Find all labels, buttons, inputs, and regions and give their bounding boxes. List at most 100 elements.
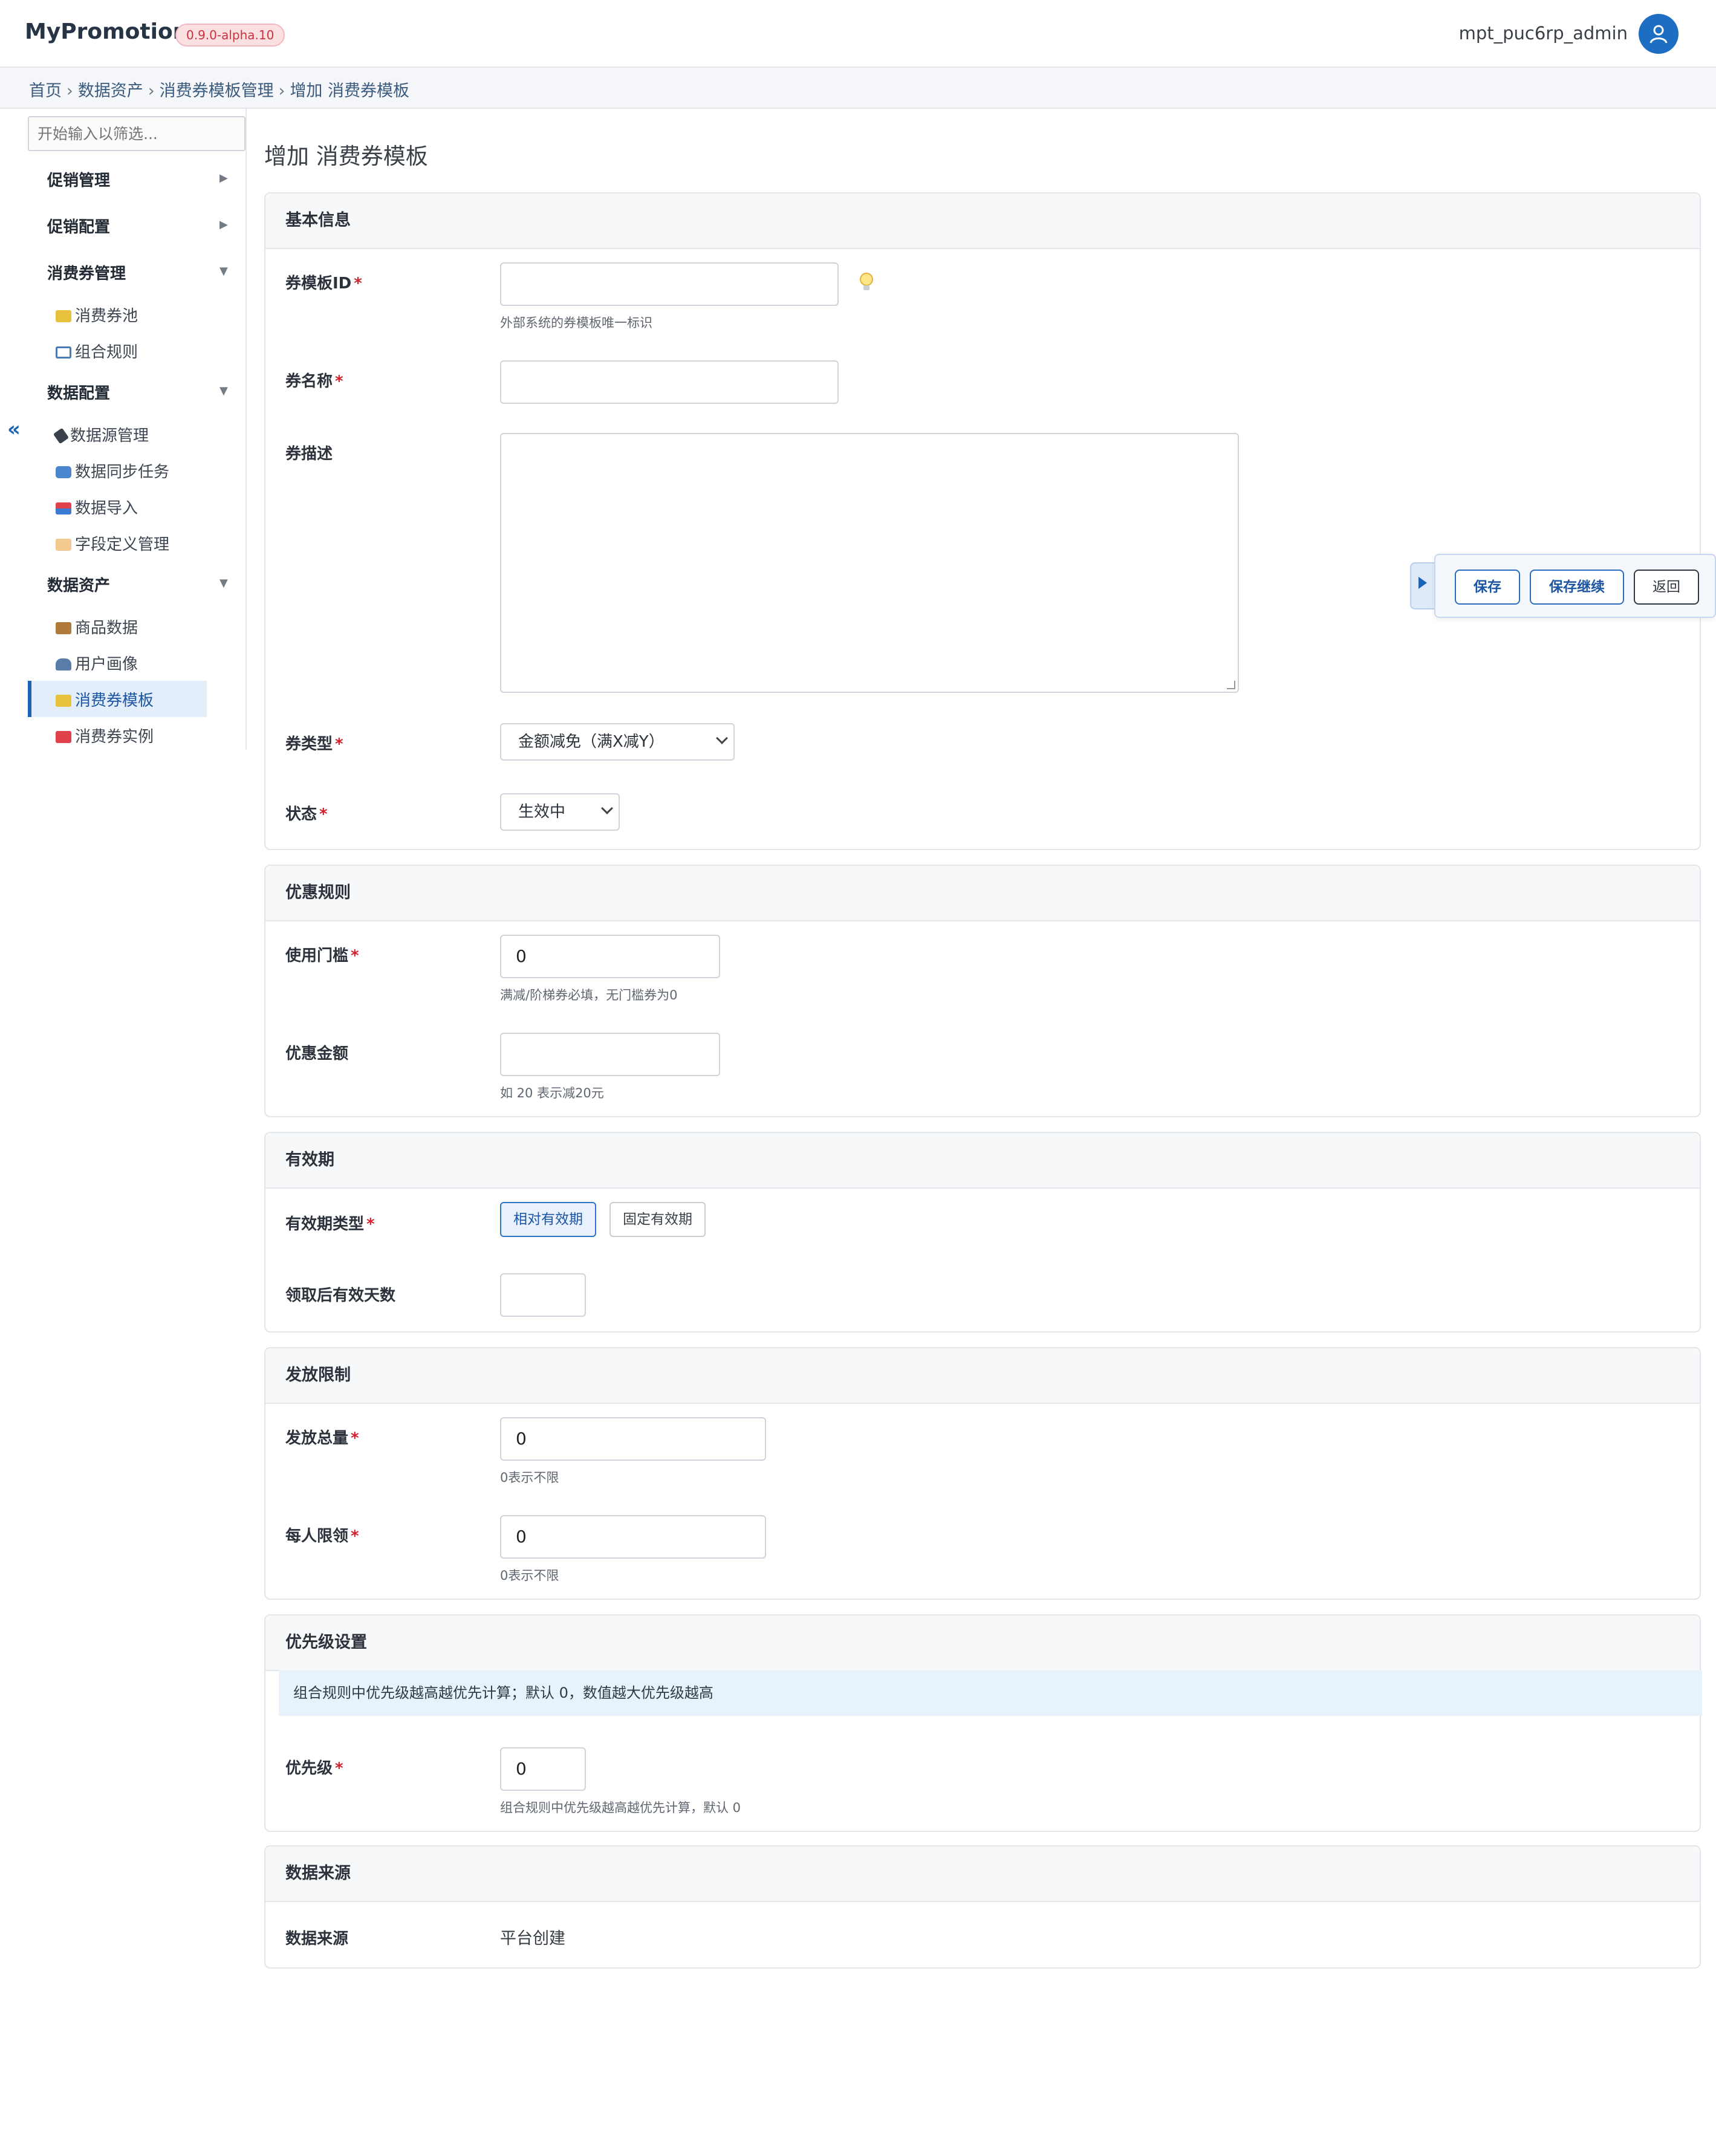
sidebar-item-product-data[interactable]: 商品数据 [56,615,138,638]
chevron-right-icon[interactable]: ▶ [219,172,228,184]
sidebar-group-coupon-admin[interactable]: 消费券管理 [47,261,126,284]
breadcrumb-separator: › [67,82,73,100]
required-marker: * [319,805,328,823]
chevron-down-icon[interactable]: ▼ [219,385,228,397]
required-marker: * [335,735,343,753]
card-heading: 基本信息 [265,193,1700,249]
sidebar-group-promotion-admin[interactable]: 促销管理 [47,168,110,190]
data-source-label: 数据来源 [285,1930,349,1948]
package-icon [56,622,71,634]
valid-days-label: 领取后有效天数 [285,1287,396,1305]
sidebar-group-data-config[interactable]: 数据配置 [47,381,110,403]
field-label-text: 券模板ID [285,274,352,293]
field-label-text: 有效期类型 [285,1215,365,1233]
coupon-type-select[interactable]: 金额减免（满X减Y） [500,723,735,761]
breadcrumb-data-assets[interactable]: 数据资产 [78,82,143,100]
select-value: 生效中 [518,803,566,821]
sidebar-item-coupon-instance[interactable]: 消费券实例 [56,724,154,747]
breadcrumb-bar: 首页 › 数据资产 › 消费券模板管理 › 增加 消费券模板 [0,68,1716,109]
status-label: 状态 * [285,802,328,824]
priority-label: 优先级 * [285,1756,343,1778]
brand-title[interactable]: MyPromotion [25,19,188,44]
lightbulb-icon[interactable] [859,272,874,296]
sidebar-item-coupon-template[interactable]: 消费券模板 [56,688,154,710]
breadcrumb-template-admin[interactable]: 消费券模板管理 [160,82,274,100]
sidebar-item-data-import[interactable]: 数据导入 [56,496,138,518]
sidebar-item-label: 数据同步任务 [75,463,170,481]
sidebar-group-promotion-config[interactable]: 促销配置 [47,215,110,237]
sidebar-group-data-assets[interactable]: 数据资产 [47,573,110,596]
valid-days-input[interactable] [500,1273,586,1317]
validity-relative-option[interactable]: 相对有效期 [500,1202,596,1237]
threshold-input[interactable]: 0 [500,935,720,978]
sidebar-item-combo-rules[interactable]: 组合规则 [56,340,138,362]
breadcrumb-home[interactable]: 首页 [29,82,62,100]
per-user-limit-input[interactable]: 0 [500,1515,766,1559]
card-heading: 优惠规则 [265,866,1700,921]
sidebar-item-field-definition[interactable]: 字段定义管理 [56,532,169,554]
coupon-name-input[interactable] [500,360,839,404]
threshold-help: 满减/阶梯券必填，无门槛券为0 [500,988,678,1002]
per-user-limit-help: 0表示不限 [500,1568,559,1583]
card-heading: 优先级设置 [265,1615,1700,1671]
save-button[interactable]: 保存 [1455,570,1520,605]
sidebar-item-user-profile[interactable]: 用户画像 [56,652,138,674]
save-continue-button[interactable]: 保存继续 [1530,570,1624,605]
total-issue-input[interactable]: 0 [500,1417,766,1461]
avatar[interactable] [1639,14,1679,54]
sidebar-item-label: 消费券模板 [75,692,154,710]
field-label-text: 发放总量 [285,1429,349,1447]
select-value: 金额减免（满X减Y） [518,733,665,751]
required-marker: * [335,1759,343,1778]
field-label-text: 券类型 [285,735,333,753]
top-header: MyPromotion 0.9.0-alpha.10 mpt_puc6rp_ad… [0,0,1716,68]
action-panel-toggle[interactable] [1410,562,1435,609]
user-icon [56,658,71,671]
validity-fixed-option[interactable]: 固定有效期 [609,1202,706,1237]
sidebar: 促销管理 ▶ 促销配置 ▶ 消费券管理 ▼ 消费券池 组合规则 数据配置 ▼ 数… [0,109,247,750]
sidebar-item-label: 数据导入 [75,499,138,518]
chevron-down-icon[interactable]: ▼ [219,577,228,589]
required-marker: * [351,947,359,965]
priority-input[interactable]: 0 [500,1747,586,1791]
template-id-input[interactable] [500,262,839,306]
sidebar-filter-input[interactable] [28,116,245,151]
tag-icon [56,539,71,551]
field-label-text: 每人限领 [285,1527,349,1545]
template-id-label: 券模板ID * [285,271,362,293]
sidebar-item-coupon-pool[interactable]: 消费券池 [56,304,138,326]
resize-handle-icon[interactable] [1227,681,1235,689]
coupon-desc-label: 券描述 [285,445,333,463]
username-label[interactable]: mpt_puc6rp_admin [1459,23,1628,44]
required-marker: * [335,372,343,391]
card-priority: 优先级设置 组合规则中优先级越高越优先计算；默认 0，数值越大优先级越高 优先级… [264,1614,1702,1832]
data-source-value: 平台创建 [500,1929,565,1948]
total-issue-label: 发放总量 * [285,1426,359,1448]
user-icon [1649,25,1668,44]
rules-icon [56,346,71,359]
sidebar-item-datasource-admin[interactable]: 数据源管理 [53,423,149,446]
status-select[interactable]: 生效中 [500,793,620,831]
breadcrumb-separator: › [148,82,155,100]
coupon-desc-textarea[interactable] [500,433,1239,693]
discount-amount-label: 优惠金额 [285,1045,349,1063]
required-marker: * [366,1215,375,1233]
card-issue-limits: 发放限制 发放总量 * 0 0表示不限 每人限领 * 0 0表示不限 [264,1347,1701,1600]
sidebar-item-data-sync-task[interactable]: 数据同步任务 [56,459,169,482]
coupon-name-label: 券名称 * [285,369,343,391]
chevron-down-icon [716,732,728,744]
collapse-sidebar-icon[interactable]: « [7,417,21,441]
priority-help: 组合规则中优先级越高越优先计算，默认 0 [500,1800,741,1815]
sidebar-item-label: 消费券实例 [75,728,154,746]
card-heading: 有效期 [265,1133,1700,1189]
chevron-down-icon[interactable]: ▼ [219,265,228,278]
chevron-right-icon[interactable]: ▶ [219,218,228,231]
breadcrumb-current: 增加 消费券模板 [290,82,410,100]
back-button[interactable]: 返回 [1634,570,1699,605]
card-basic-info: 基本信息 券模板ID * 外部系统的券模板唯一标识 券名称 * 券描述 券类型 * 金… [264,192,1701,850]
chevron-down-icon [601,802,613,814]
total-issue-help: 0表示不限 [500,1470,559,1485]
priority-notice: 组合规则中优先级越高越优先计算；默认 0，数值越大优先级越高 [279,1670,1702,1716]
discount-amount-input[interactable] [500,1033,720,1076]
card-discount-rules: 优惠规则 使用门槛 * 0 满减/阶梯券必填，无门槛券为0 优惠金额 如 20 表… [264,865,1701,1117]
